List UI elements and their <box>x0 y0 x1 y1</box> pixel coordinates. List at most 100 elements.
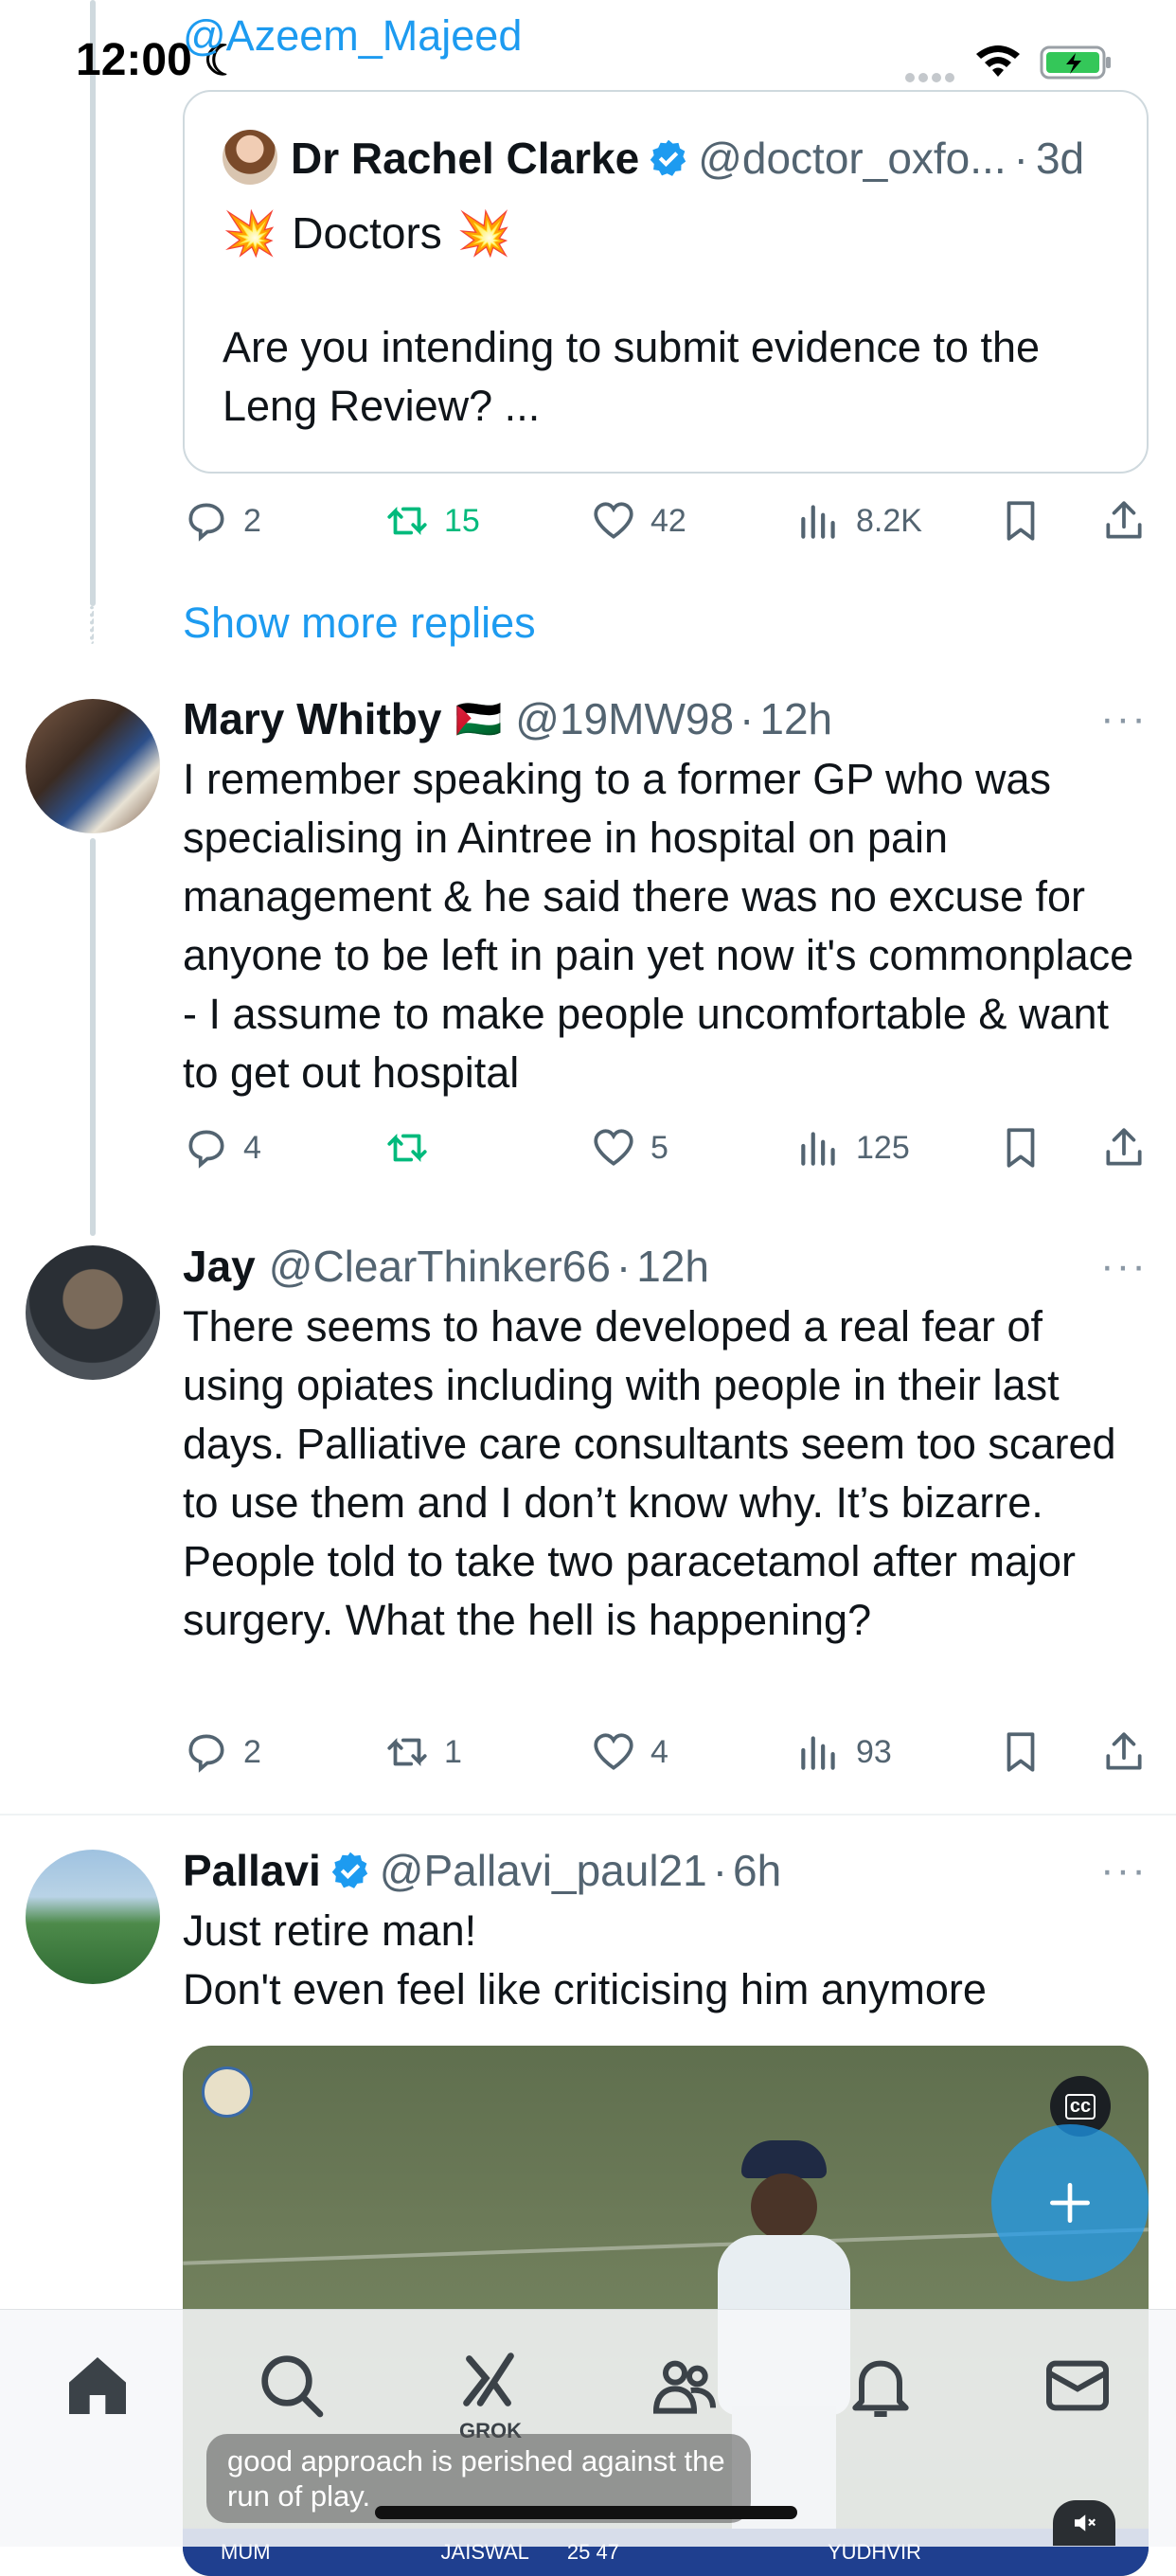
communities-icon <box>652 2360 716 2414</box>
battery-icon <box>1040 44 1114 86</box>
retweet-button[interactable]: 1 <box>383 1728 462 1776</box>
cc-label: cc <box>1064 2093 1096 2120</box>
like-count: 5 <box>650 1129 668 1166</box>
like-count: 42 <box>650 502 686 539</box>
mail-icon <box>1046 2360 1109 2411</box>
reply-icon <box>188 503 224 542</box>
bookmark-icon <box>1007 1732 1035 1772</box>
views-count: 8.2K <box>856 502 922 539</box>
retweet-icon <box>387 1738 427 1766</box>
views-chart-icon <box>801 505 835 539</box>
tweet-text-line-1: Just retire man! <box>183 1906 477 1955</box>
reply-button[interactable]: 4 <box>183 1124 261 1172</box>
wifi-icon <box>973 43 1023 85</box>
show-more-replies-link[interactable]: Show more replies <box>183 599 536 648</box>
thread-line-dotted <box>90 606 94 644</box>
bcci-logo-icon <box>202 2066 253 2118</box>
like-button[interactable]: 4 <box>590 1728 668 1776</box>
heart-icon <box>594 1733 633 1770</box>
tweet-time[interactable]: 12h <box>759 693 832 744</box>
views-button[interactable]: 125 <box>795 1124 910 1172</box>
author-name[interactable]: Jay <box>183 1241 256 1292</box>
heart-icon <box>594 1129 633 1166</box>
heart-icon <box>594 502 633 539</box>
quote-avatar[interactable] <box>223 130 277 185</box>
quote-header: Dr Rachel Clarke @doctor_oxfo... · 3d <box>291 131 1084 186</box>
author-handle[interactable]: @Pallavi_paul21 <box>380 1845 707 1896</box>
author-handle[interactable]: @19MW98 <box>515 693 734 744</box>
reply-count: 2 <box>243 1733 261 1770</box>
tab-notifications[interactable] <box>843 2348 918 2424</box>
cellular-icon <box>904 70 957 90</box>
tweet-text: I remember speaking to a former GP who w… <box>183 755 1134 1097</box>
share-button[interactable] <box>1100 1728 1148 1776</box>
quote-time[interactable]: 3d <box>1036 133 1084 184</box>
search-icon <box>261 2355 324 2418</box>
views-chart-icon <box>801 1736 835 1770</box>
more-options-button[interactable]: ··· <box>1100 695 1148 742</box>
palestine-flag-emoji: 🇵🇸 <box>454 698 503 741</box>
quote-author-name[interactable]: Dr Rachel Clarke <box>291 133 639 184</box>
bell-icon <box>852 2360 909 2417</box>
quote-author-handle[interactable]: @doctor_oxfo... <box>698 133 1006 184</box>
collision-emoji-right: 💥 <box>456 207 512 258</box>
top-partial-handle[interactable]: @Azeem_Majeed <box>183 11 522 61</box>
home-indicator[interactable] <box>375 2506 797 2519</box>
compose-fab-button[interactable] <box>991 2124 1149 2281</box>
verified-badge-icon <box>331 1852 367 1888</box>
views-count: 93 <box>856 1733 892 1770</box>
retweet-count: 1 <box>444 1733 462 1770</box>
bookmark-icon <box>1007 501 1035 541</box>
tweet-header-jay: Jay @ClearThinker66 · 12h <box>183 1239 709 1294</box>
avatar-jay[interactable] <box>26 1245 160 1380</box>
views-button[interactable]: 8.2K <box>795 497 922 545</box>
reply-icon <box>188 1734 224 1773</box>
reply-count: 2 <box>243 502 261 539</box>
share-icon <box>1106 501 1142 539</box>
bookmark-button[interactable] <box>997 1124 1044 1172</box>
dot-separator: · <box>739 694 755 743</box>
share-button[interactable] <box>1100 497 1148 545</box>
tweet-time[interactable]: 6h <box>733 1845 781 1896</box>
tweet-divider <box>0 1814 1176 1816</box>
retweet-button[interactable] <box>383 1124 444 1172</box>
reply-button[interactable]: 2 <box>183 497 261 545</box>
views-button[interactable]: 93 <box>795 1728 892 1776</box>
more-options-button[interactable]: ··· <box>1100 1847 1148 1894</box>
views-count: 125 <box>856 1129 910 1166</box>
share-icon <box>1106 1128 1142 1166</box>
tweet-header-pallavi: Pallavi @Pallavi_paul21 · 6h <box>183 1843 781 1898</box>
quote-first-line: 💥 Doctors 💥 <box>223 204 511 262</box>
share-button[interactable] <box>1100 1124 1148 1172</box>
tab-messages[interactable] <box>1040 2348 1115 2424</box>
dot-separator: · <box>712 1846 728 1895</box>
plus-icon <box>1050 2183 1090 2223</box>
grok-icon <box>463 2352 514 2406</box>
like-button[interactable]: 5 <box>590 1124 668 1172</box>
bookmark-icon <box>1007 1128 1035 1168</box>
more-options-button[interactable]: ··· <box>1100 1243 1148 1290</box>
tweet-time[interactable]: 12h <box>636 1241 709 1292</box>
home-icon <box>69 2357 126 2414</box>
quote-body: Are you intending to submit evidence to … <box>223 323 1041 430</box>
reply-count: 4 <box>243 1129 261 1166</box>
tab-grok[interactable]: GROK <box>451 2348 530 2442</box>
tab-home[interactable] <box>60 2348 135 2424</box>
reply-button[interactable]: 2 <box>183 1728 261 1776</box>
author-name[interactable]: Pallavi <box>183 1845 321 1896</box>
avatar-pallavi[interactable] <box>26 1850 160 1984</box>
author-name[interactable]: Mary Whitby <box>183 693 441 744</box>
tweet-text: There seems to have developed a real fea… <box>183 1302 1116 1644</box>
avatar-mary-whitby[interactable] <box>26 699 160 833</box>
tab-communities[interactable] <box>647 2348 722 2424</box>
retweet-button[interactable]: 15 <box>383 497 480 545</box>
bookmark-button[interactable] <box>997 1728 1044 1776</box>
tab-search[interactable] <box>254 2348 330 2424</box>
author-handle[interactable]: @ClearThinker66 <box>269 1241 611 1292</box>
quote-first-line-text: Doctors <box>292 208 442 258</box>
mute-button[interactable] <box>1053 2500 1115 2546</box>
bookmark-button[interactable] <box>997 497 1044 545</box>
verified-badge-icon <box>650 139 686 176</box>
like-button[interactable]: 42 <box>590 497 686 545</box>
muted-speaker-icon <box>1075 2514 1096 2531</box>
